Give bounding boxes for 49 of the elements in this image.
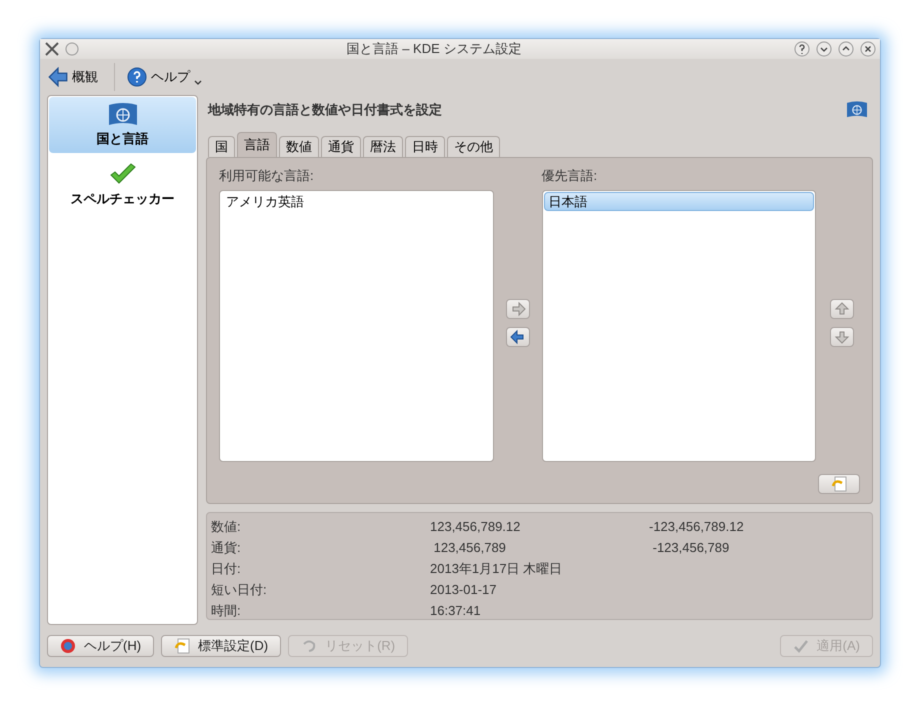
arrow-down-icon [834, 328, 850, 345]
undo-icon [301, 638, 318, 654]
arrow-up-icon [834, 300, 850, 317]
arrow-right-icon [510, 300, 526, 317]
preview-label: 時間: [211, 602, 242, 620]
sidebar-item[interactable]: スペルチェッカー [49, 152, 196, 212]
tab[interactable]: 国 [208, 136, 235, 157]
preview-label: 通貨: [211, 539, 242, 557]
page-heading: 地域特有の言語と数値や日付書式を設定 [206, 101, 442, 120]
minimize-icon[interactable] [816, 41, 832, 57]
arrow-left-icon [510, 328, 526, 345]
list-item[interactable]: 日本語 [544, 192, 814, 210]
chevron-down-icon [194, 79, 202, 87]
arrow-left-icon [48, 67, 68, 87]
tab[interactable]: その他 [447, 136, 500, 157]
window-title: 国と言語 – KDE システム設定 [346, 40, 522, 58]
preview-value: 123,456,789 [432, 539, 507, 557]
move-left-button[interactable] [506, 326, 530, 347]
help-button[interactable]: ヘルプ(H) [47, 635, 154, 657]
preview-value: 2013年1月17日 木曜日 [430, 560, 564, 578]
tab[interactable]: 言語 [237, 132, 277, 157]
preview-label: 数値: [211, 518, 242, 536]
list-label: 優先言語: [542, 167, 598, 185]
maximize-icon[interactable] [838, 41, 854, 57]
lifebuoy-icon [60, 638, 76, 654]
tab[interactable]: 日時 [405, 136, 445, 157]
sidebar-item[interactable]: 国と言語 [49, 97, 196, 152]
tab[interactable]: 暦法 [363, 136, 403, 157]
help-menu-button[interactable]: ヘルプ [127, 67, 202, 87]
preview-value: -123,456,789 [652, 539, 730, 557]
tab[interactable]: 数値 [279, 136, 319, 157]
list-item[interactable]: アメリカ英語 [221, 192, 492, 210]
undo-document-icon [831, 476, 847, 492]
preview-value: 16:37:41 [430, 602, 482, 620]
defaults-button[interactable]: 標準設定(D) [161, 635, 282, 657]
preview-value: 2013-01-17 [430, 581, 498, 599]
help-icon[interactable] [794, 41, 810, 57]
preview-label: 短い日付: [211, 581, 268, 599]
help-icon [127, 67, 147, 87]
checkmark-icon [792, 638, 809, 654]
back-button[interactable]: 概観 [44, 67, 102, 87]
flag-icon [845, 100, 869, 120]
tab[interactable]: 通貨 [321, 136, 361, 157]
preview-label: 日付: [211, 560, 242, 578]
list-label: 利用可能な言語: [219, 167, 315, 185]
undo-document-icon [174, 638, 190, 654]
preview-value: -123,456,789.12 [649, 518, 744, 536]
preview-value: 123,456,789.12 [430, 518, 522, 536]
close-icon[interactable] [860, 41, 876, 57]
